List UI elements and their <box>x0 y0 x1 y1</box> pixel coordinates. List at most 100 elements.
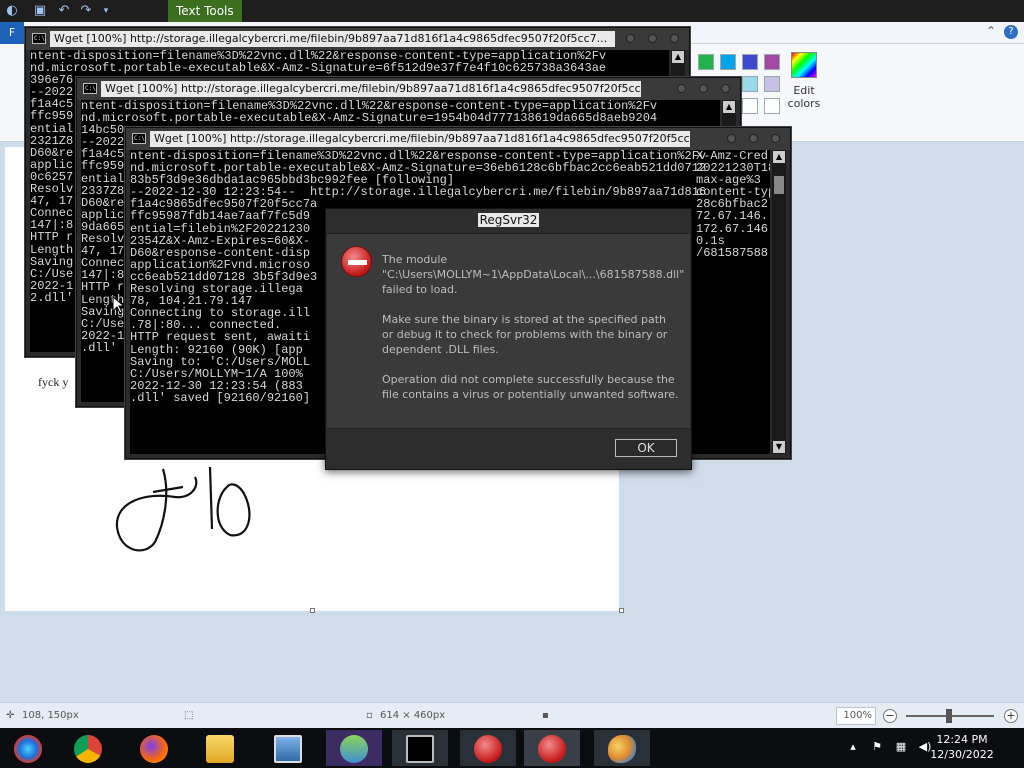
save-icon[interactable]: ▣ <box>32 3 48 19</box>
resize-handle-corner[interactable] <box>619 608 624 613</box>
console-fragment: 172.67.146 <box>696 221 769 236</box>
module-message: The module "C:\Users\MOLLYM~1\AppData\Lo… <box>382 252 684 297</box>
taskbar-photo-viewer[interactable] <box>260 730 316 766</box>
dialog-content: The module "C:\Users\MOLLYM~1\AppData\Lo… <box>327 233 690 429</box>
console-line: nd.microsoft.portable-executable&X-Amz-S… <box>30 61 607 76</box>
color-swatch-lavender[interactable] <box>764 76 780 92</box>
scroll-up-arrow-icon[interactable]: ▲ <box>773 151 785 163</box>
disk-icon: ▪ <box>542 710 549 721</box>
tray-clock[interactable]: 12:24 PM 12/30/2022 <box>914 732 1010 762</box>
maximize-button[interactable] <box>749 134 758 143</box>
color-swatch-light-turquoise[interactable] <box>742 76 758 92</box>
edit-colors-button[interactable]: Edit colors <box>784 52 824 110</box>
paint-titlebar: ◐ ▣ ↶ ↷ ▾ Text Tools <box>0 0 1024 22</box>
canvas-size-icon: ▫ <box>366 710 373 721</box>
console-title: Wget [100%] http://storage.illegalcyberc… <box>101 81 641 97</box>
color-wheel-icon <box>791 52 817 78</box>
scroll-up-arrow-icon[interactable]: ▲ <box>672 51 684 63</box>
console-fragment: 72.67.146. <box>696 209 769 224</box>
color-swatch-purple[interactable] <box>764 54 780 70</box>
taskbar-regsvr-error-1[interactable] <box>460 730 516 766</box>
firefox-icon <box>140 735 168 763</box>
console-line: nd.microsoft.portable-executable&X-Amz-S… <box>81 111 658 126</box>
close-button[interactable] <box>721 84 730 93</box>
minimize-button[interactable] <box>727 134 736 143</box>
console-titlebar[interactable]: C:\ Wget [100%] http://storage.illegalcy… <box>26 28 689 50</box>
start-button[interactable] <box>0 730 56 766</box>
show-hidden-icons-icon[interactable]: ▴ <box>846 740 860 754</box>
color-swatch-turquoise[interactable] <box>720 54 736 70</box>
maximize-button[interactable] <box>699 84 708 93</box>
action-center-flag-icon[interactable]: ⚑ <box>870 740 884 754</box>
taskbar-regsvr-error-2[interactable] <box>524 730 580 766</box>
console-fragment: 0.1s <box>696 233 725 248</box>
console-titlebar[interactable]: C:\ Wget [100%] http://storage.illegalcy… <box>126 128 790 150</box>
cursor-icon: ✛ <box>6 710 15 721</box>
cmd-icon: C:\ <box>32 33 46 44</box>
minimize-button[interactable] <box>626 34 635 43</box>
clock-date: 12/30/2022 <box>930 748 994 761</box>
error-icon <box>341 246 372 277</box>
dialog-footer: OK <box>326 429 691 469</box>
ok-button[interactable]: OK <box>615 439 677 457</box>
folder-icon <box>206 735 234 763</box>
error-icon <box>474 735 502 763</box>
undo-icon[interactable]: ↶ <box>56 3 72 19</box>
zoom-out-button[interactable]: − <box>883 709 897 723</box>
console-title: Wget [100%] http://storage.illegalcyberc… <box>150 131 690 147</box>
file-tab[interactable]: F <box>0 22 24 44</box>
hint-message: Make sure the binary is stored at the sp… <box>382 313 668 356</box>
console-scrollbar[interactable]: ▲ ▼ <box>772 150 786 454</box>
cursor-position: 108, 150px <box>22 710 79 721</box>
error-icon <box>538 735 566 763</box>
color-swatch-empty[interactable] <box>764 98 780 114</box>
color-swatch-empty[interactable] <box>742 98 758 114</box>
taskbar-command-prompt[interactable] <box>392 730 448 766</box>
maximize-button[interactable] <box>648 34 657 43</box>
color-swatch-green[interactable] <box>698 54 714 70</box>
scroll-up-arrow-icon[interactable]: ▲ <box>723 101 735 113</box>
clock-time: 12:24 PM <box>936 733 988 746</box>
scroll-down-arrow-icon[interactable]: ▼ <box>773 441 785 453</box>
photo-icon <box>274 735 302 763</box>
redo-icon[interactable]: ↷ <box>78 3 94 19</box>
taskbar-chrome[interactable] <box>60 730 116 766</box>
cmd-icon: C:\ <box>83 83 97 94</box>
help-icon[interactable]: ? <box>1004 25 1018 39</box>
regsvr32-dialog: RegSvr32 The module "C:\Users\MOLLYM~1\A… <box>325 208 692 470</box>
network-users-icon <box>340 735 368 763</box>
edit-colors-label: Edit colors <box>787 84 821 110</box>
module-failed: failed to load. <box>382 283 458 296</box>
taskbar: ▴ ⚑ ▦ ◀) 12:24 PM 12/30/2022 <box>0 728 1024 768</box>
customize-qa-icon[interactable]: ▾ <box>98 3 114 19</box>
resize-handle-bottom[interactable] <box>310 608 315 613</box>
taskbar-paint[interactable] <box>594 730 650 766</box>
console-titlebar[interactable]: C:\ Wget [100%] http://storage.illegalcy… <box>77 78 740 100</box>
text-tools-tab[interactable]: Text Tools <box>168 0 242 22</box>
dialog-titlebar[interactable]: RegSvr32 <box>326 213 691 227</box>
zoom-level: 100% <box>836 707 876 725</box>
ribbon-collapse-icon[interactable]: ⌃ <box>986 24 996 38</box>
console-title: Wget [100%] http://storage.illegalcyberc… <box>50 31 615 47</box>
console-fragment: /681587588 <box>696 245 769 260</box>
paint-statusbar: ✛ 108, 150px ⬚ ▫ 614 × 460px ▪ 100% − + <box>0 702 1024 728</box>
module-label: The module <box>382 253 448 266</box>
taskbar-firefox[interactable] <box>126 730 182 766</box>
console-right-column: X-Amz-Cred 20221230T18 max-age%3 content… <box>696 150 770 259</box>
zoom-slider-thumb[interactable] <box>946 709 952 723</box>
windows-orb-icon <box>14 735 42 763</box>
scroll-thumb[interactable] <box>774 176 784 194</box>
dialog-title: RegSvr32 <box>477 213 540 227</box>
selection-icon: ⬚ <box>184 710 194 721</box>
canvas-size: 614 × 460px <box>380 710 446 721</box>
zoom-in-button[interactable]: + <box>1004 709 1018 723</box>
minimize-button[interactable] <box>677 84 686 93</box>
close-button[interactable] <box>670 34 679 43</box>
network-icon[interactable]: ▦ <box>894 740 908 754</box>
color-swatch-indigo[interactable] <box>742 54 758 70</box>
close-button[interactable] <box>771 134 780 143</box>
taskbar-file-explorer[interactable] <box>192 730 248 766</box>
paint-app-icon[interactable]: ◐ <box>4 3 20 19</box>
cmd-icon <box>406 735 434 763</box>
taskbar-network-app[interactable] <box>326 730 382 766</box>
